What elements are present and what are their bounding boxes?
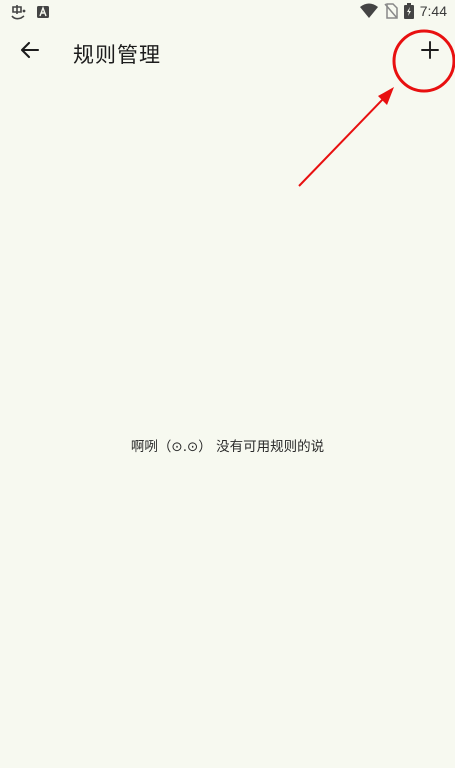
empty-state-message: 啊咧（⊙.⊙） 没有可用规则的说 <box>130 439 325 455</box>
a-notification-icon <box>36 5 50 19</box>
annotation-arrow-line <box>298 97 385 187</box>
app-notification-icon <box>10 3 28 21</box>
status-bar: 7:44 <box>0 0 455 26</box>
add-rule-button[interactable] <box>412 34 448 70</box>
back-button[interactable] <box>12 34 48 70</box>
page-title: 规则管理 <box>73 43 161 67</box>
arrow-back-icon <box>20 40 40 64</box>
wifi-icon <box>359 3 378 19</box>
battery-charging-icon <box>403 3 414 19</box>
top-app-bar: 规则管理 <box>0 26 455 80</box>
status-right-icons: 7:44 <box>359 3 447 19</box>
annotation-overlay <box>298 29 455 187</box>
status-time: 7:44 <box>419 3 447 19</box>
plus-icon <box>421 41 439 63</box>
rule-management-screen: 7:44 规则管理 啊咧（⊙.⊙） 没有可用规则的说 <box>0 0 455 768</box>
no-sim-icon <box>384 3 398 19</box>
status-left-icons <box>10 3 50 21</box>
annotation-arrowhead <box>378 87 394 105</box>
